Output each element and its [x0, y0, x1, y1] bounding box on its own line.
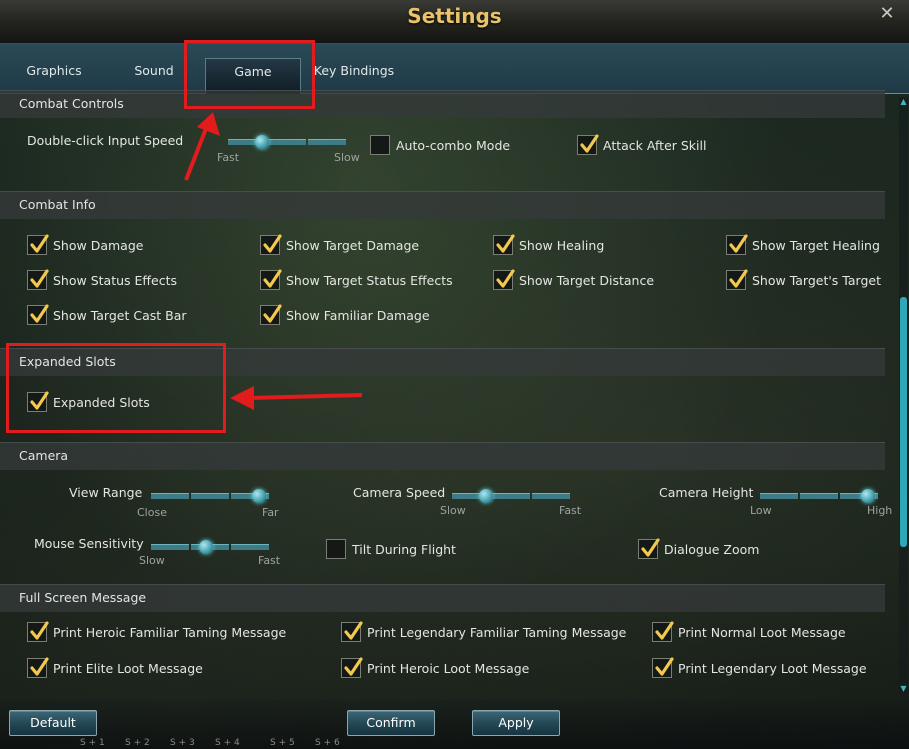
arrow-to-game-tab — [184, 112, 220, 181]
arrow-to-expanded-slots — [230, 386, 363, 410]
annotation-arrows — [184, 112, 363, 410]
settings-window: Settings ✕ Graphics Sound Game Key Bindi… — [0, 0, 909, 749]
